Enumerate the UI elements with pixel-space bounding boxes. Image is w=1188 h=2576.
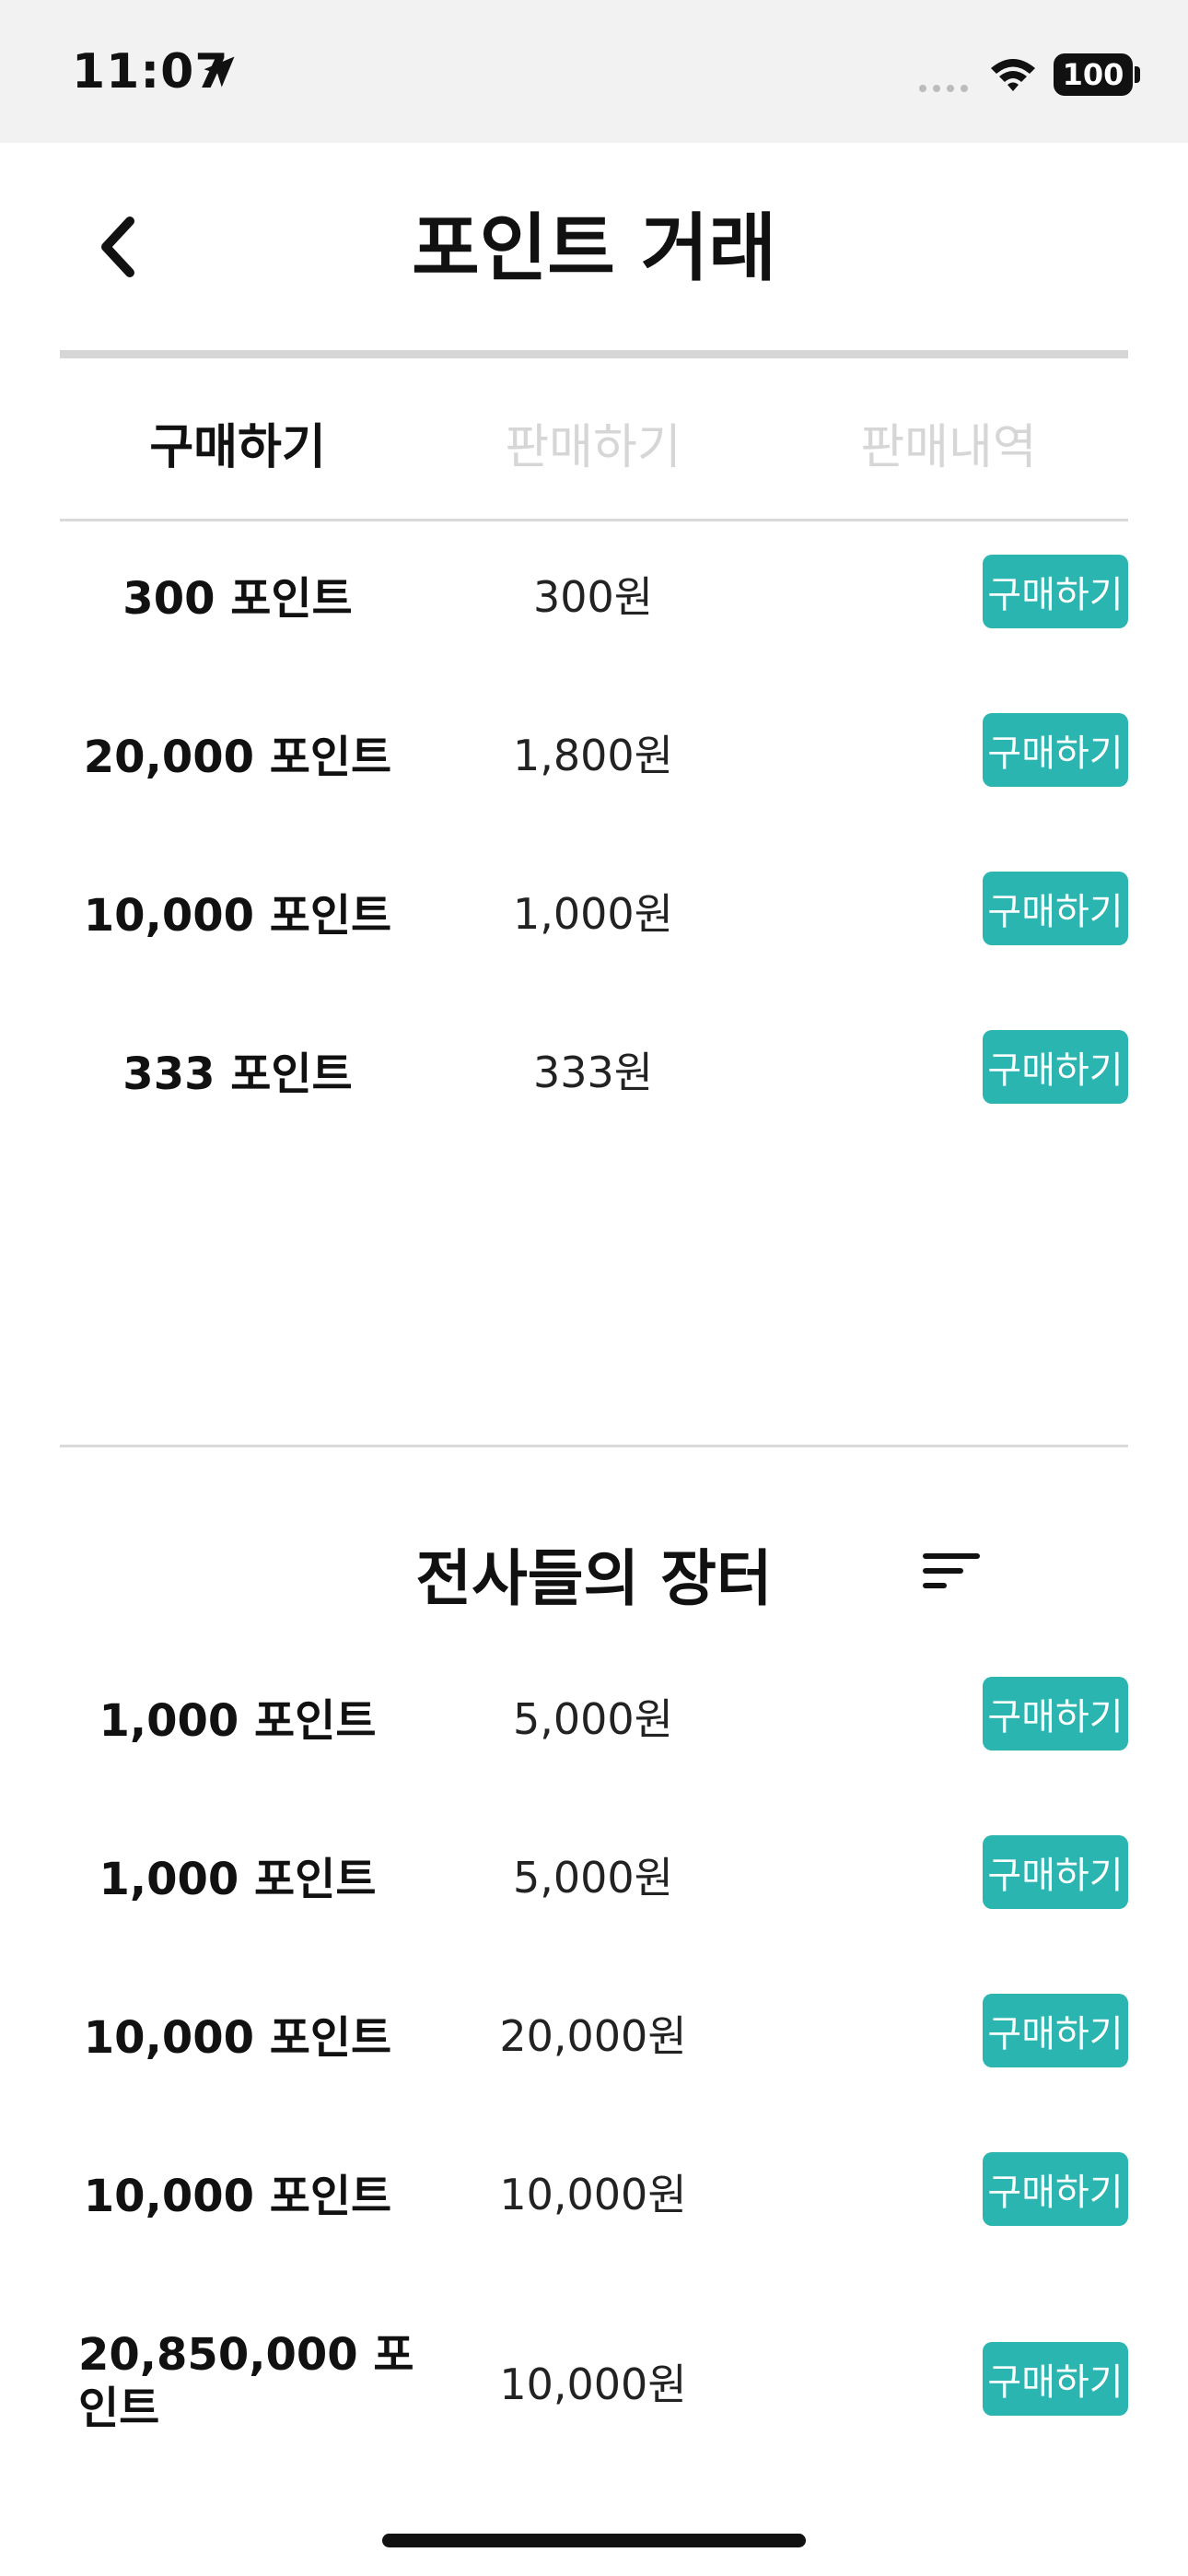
buy-button[interactable]: 구매하기	[983, 1835, 1128, 1909]
offer-row: 10,000 포인트 1,000원 구매하기	[60, 870, 1128, 953]
tab-bar: 구매하기 판매하기 판매내역	[60, 387, 1128, 498]
location-arrow-icon	[204, 56, 235, 88]
tabs-divider	[60, 519, 1128, 521]
home-indicator	[382, 2534, 806, 2547]
market-offer-row: 10,000 포인트 10,000원 구매하기	[60, 2150, 1128, 2233]
app-screen: 11:07 100 포인트 거래 구매하기 판매하기 판매내역 300 포인트 …	[0, 0, 1188, 2576]
offer-price: 333원	[532, 1048, 654, 1097]
offer-points: 10,000 포인트	[83, 890, 392, 942]
header-divider	[60, 350, 1128, 358]
offer-price: 20,000원	[499, 2011, 687, 2061]
offer-row: 333 포인트 333원 구매하기	[60, 1028, 1128, 1111]
offer-row: 20,000 포인트 1,800원 구매하기	[60, 711, 1128, 794]
offer-points: 10,000 포인트	[83, 2012, 392, 2064]
section-divider	[60, 1445, 1128, 1447]
page-title: 포인트 거래	[412, 205, 776, 291]
status-bar: 11:07 100	[0, 0, 1188, 143]
offer-price: 10,000원	[499, 2359, 687, 2409]
offer-price: 5,000원	[512, 1694, 673, 1744]
battery-tip	[1135, 66, 1140, 83]
offer-price: 300원	[532, 572, 654, 622]
battery-icon: 100	[1054, 53, 1133, 96]
offer-points: 20,850,000 포인트	[78, 2329, 414, 2434]
offer-price: 10,000원	[499, 2170, 687, 2219]
buy-button[interactable]: 구매하기	[983, 2342, 1128, 2416]
wifi-icon	[991, 59, 1035, 91]
buy-button[interactable]: 구매하기	[983, 1030, 1128, 1104]
offer-points: 10,000 포인트	[83, 2171, 392, 2222]
offer-points: 333 포인트	[122, 1048, 353, 1100]
market-offer-row: 20,850,000 포인트 10,000원 구매하기	[60, 2322, 1128, 2441]
offer-points: 1,000 포인트	[99, 1854, 377, 1905]
sort-lines-icon[interactable]	[921, 1548, 982, 1594]
offer-price: 5,000원	[512, 1853, 673, 1903]
market-title: 전사들의 장터	[415, 1543, 773, 1614]
offer-price: 1,800원	[512, 731, 673, 780]
buy-button[interactable]: 구매하기	[983, 555, 1128, 628]
tab-buy[interactable]: 구매하기	[60, 387, 415, 498]
offer-points: 300 포인트	[122, 573, 353, 625]
buy-button[interactable]: 구매하기	[983, 713, 1128, 787]
market-offer-row: 10,000 포인트 20,000원 구매하기	[60, 1992, 1128, 2075]
offer-points: 1,000 포인트	[99, 1695, 377, 1747]
buy-button[interactable]: 구매하기	[983, 1677, 1128, 1751]
offer-points: 20,000 포인트	[83, 732, 392, 783]
offer-row: 300 포인트 300원 구매하기	[60, 553, 1128, 636]
cell-signal-icon	[919, 85, 968, 92]
battery-level: 100	[1062, 57, 1124, 92]
market-offer-row: 1,000 포인트 5,000원 구매하기	[60, 1833, 1128, 1916]
buy-button[interactable]: 구매하기	[983, 2152, 1128, 2226]
tab-sales-history[interactable]: 판매내역	[771, 387, 1126, 498]
buy-button[interactable]: 구매하기	[983, 1994, 1128, 2067]
market-offer-row: 1,000 포인트 5,000원 구매하기	[60, 1675, 1128, 1758]
tab-sell[interactable]: 판매하기	[415, 387, 771, 498]
offer-price: 1,000원	[512, 889, 673, 939]
buy-button[interactable]: 구매하기	[983, 872, 1128, 945]
